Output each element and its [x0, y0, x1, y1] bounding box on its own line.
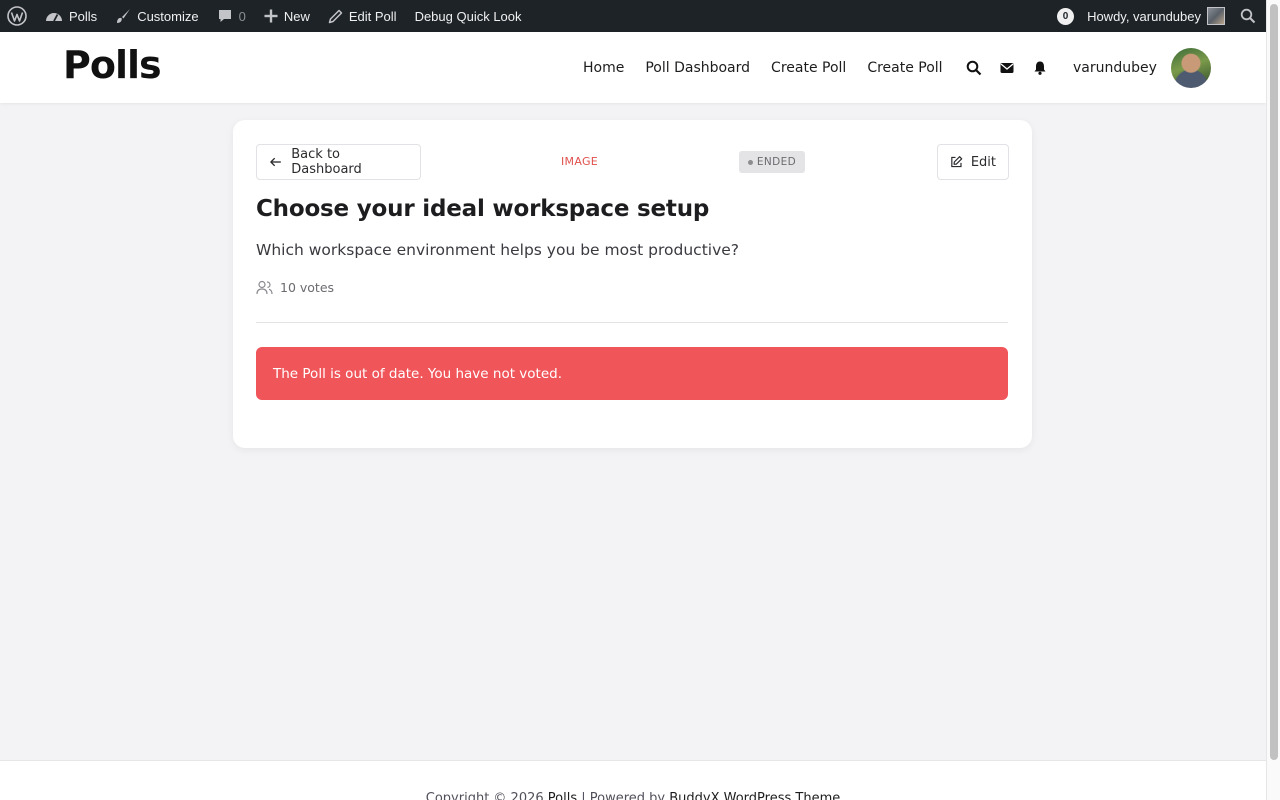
new-content-menu[interactable]: New: [255, 0, 319, 32]
users-icon: [256, 280, 273, 295]
back-button-label: Back to Dashboard: [291, 147, 362, 177]
avatar[interactable]: [1170, 47, 1211, 88]
customize-link[interactable]: Customize: [106, 0, 207, 32]
poll-description: Which workspace environment helps you be…: [256, 241, 740, 259]
status-dot-icon: [747, 159, 753, 165]
footer-theme-link[interactable]: BuddyX WordPress Theme: [669, 791, 840, 800]
site-footer: Copyright © 2026 Polls | Powered by Budd…: [0, 760, 1266, 800]
dashboard-icon: [46, 13, 62, 22]
notifications-menu[interactable]: 0: [1048, 0, 1083, 32]
poll-ended-alert: The Poll is out of date. You have not vo…: [256, 347, 1008, 400]
votes-label: 10 votes: [280, 280, 335, 295]
bell-icon[interactable]: [1032, 60, 1048, 76]
arrow-left-icon: [270, 157, 281, 167]
edit-button-label: Edit: [970, 154, 996, 170]
edit-poll-label: Edit Poll: [348, 8, 397, 24]
status-label: ENDED: [756, 156, 797, 168]
main-navigation: Home Poll Dashboard Create Poll Create P…: [583, 32, 943, 103]
poll-card: Back to Dashboard IMAGE ENDED Edit Choos…: [233, 120, 1032, 448]
status-badge: ENDED: [739, 151, 805, 173]
admin-search[interactable]: [1234, 0, 1266, 32]
alert-message: The Poll is out of date. You have not vo…: [273, 365, 562, 382]
back-to-dashboard-button[interactable]: Back to Dashboard: [256, 144, 421, 180]
comments-count: 0: [238, 8, 246, 24]
envelope-icon[interactable]: [999, 60, 1015, 76]
notification-count-badge: 0: [1057, 7, 1075, 25]
wp-logo-menu[interactable]: [0, 0, 36, 32]
edit-icon: [951, 156, 963, 168]
footer-prefix: Copyright © 2026: [425, 791, 548, 800]
edit-poll-button[interactable]: Edit: [937, 144, 1009, 180]
admin-bar-right: 0 Howdy, varundubey: [1048, 0, 1266, 32]
page-scrollbar[interactable]: [1266, 0, 1280, 800]
debug-label: Debug Quick Look: [414, 8, 522, 24]
scrollbar-thumb[interactable]: [1270, 4, 1278, 760]
search-icon[interactable]: [966, 60, 982, 76]
my-account-menu[interactable]: Howdy, varundubey: [1083, 0, 1234, 32]
header-tools: varundubey: [966, 32, 1211, 103]
admin-bar: Polls Customize 0 New Edit Poll Debug Qu…: [0, 0, 1266, 32]
nav-create-poll[interactable]: Create Poll: [771, 60, 846, 76]
poll-type-label: IMAGE: [561, 155, 599, 168]
site-header: Polls Home Poll Dashboard Create Poll Cr…: [0, 32, 1266, 103]
search-icon: [1240, 8, 1256, 24]
site-name-label: Polls: [69, 8, 98, 24]
new-label: New: [283, 8, 310, 24]
admin-bar-avatar: [1207, 7, 1225, 25]
poll-title: Choose your ideal workspace setup: [256, 196, 710, 222]
edit-poll-link[interactable]: Edit Poll: [319, 0, 406, 32]
footer-middle: | Powered by: [577, 791, 670, 800]
howdy-label: Howdy, varundubey: [1087, 8, 1201, 24]
debug-quick-look-link[interactable]: Debug Quick Look: [406, 0, 531, 32]
plus-icon: [264, 9, 278, 23]
header-username[interactable]: varundubey: [1073, 60, 1157, 76]
vote-count: 10 votes: [256, 280, 334, 295]
site-title[interactable]: Polls: [63, 43, 162, 87]
pencil-icon: [328, 9, 343, 23]
site-name-menu[interactable]: Polls: [36, 0, 106, 32]
customize-label: Customize: [137, 8, 199, 24]
footer-site-link[interactable]: Polls: [548, 791, 577, 800]
wordpress-icon: [7, 6, 27, 26]
nav-home[interactable]: Home: [583, 60, 624, 76]
brush-icon: [117, 9, 131, 23]
nav-poll-dashboard[interactable]: Poll Dashboard: [645, 60, 750, 76]
comment-icon: [218, 10, 231, 22]
footer-copyright: Copyright © 2026 Polls | Powered by Budd…: [0, 791, 1266, 800]
divider: [256, 322, 1008, 323]
comments-link[interactable]: 0: [208, 0, 255, 32]
nav-create-poll-2[interactable]: Create Poll: [867, 60, 942, 76]
